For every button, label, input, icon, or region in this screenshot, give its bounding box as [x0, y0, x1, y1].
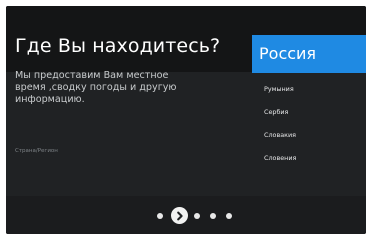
- chevron-right-icon: [175, 211, 185, 221]
- next-button[interactable]: [171, 207, 188, 224]
- country-region-label: Страна/Регион: [15, 148, 58, 154]
- page-dot-3: [194, 213, 200, 219]
- country-option-slovenia[interactable]: Словения: [264, 154, 296, 162]
- page-indicator: [157, 207, 237, 225]
- selected-country-label: Россия: [259, 44, 317, 63]
- location-description: Мы предоставим Вам местное время ,сводку…: [15, 70, 177, 105]
- location-setup-screen: Где Вы находитесь? Мы предоставим Вам ме…: [6, 6, 366, 234]
- country-option-slovakia[interactable]: Словакия: [264, 131, 296, 139]
- page-dot-4: [210, 213, 216, 219]
- page-dot-1: [157, 213, 163, 219]
- page-dot-5: [226, 213, 232, 219]
- country-option-serbia[interactable]: Сербия: [264, 108, 288, 116]
- country-option-romania[interactable]: Румыния: [264, 85, 294, 93]
- country-option-selected[interactable]: Россия: [252, 35, 366, 73]
- page-title: Где Вы находитесь?: [15, 35, 221, 57]
